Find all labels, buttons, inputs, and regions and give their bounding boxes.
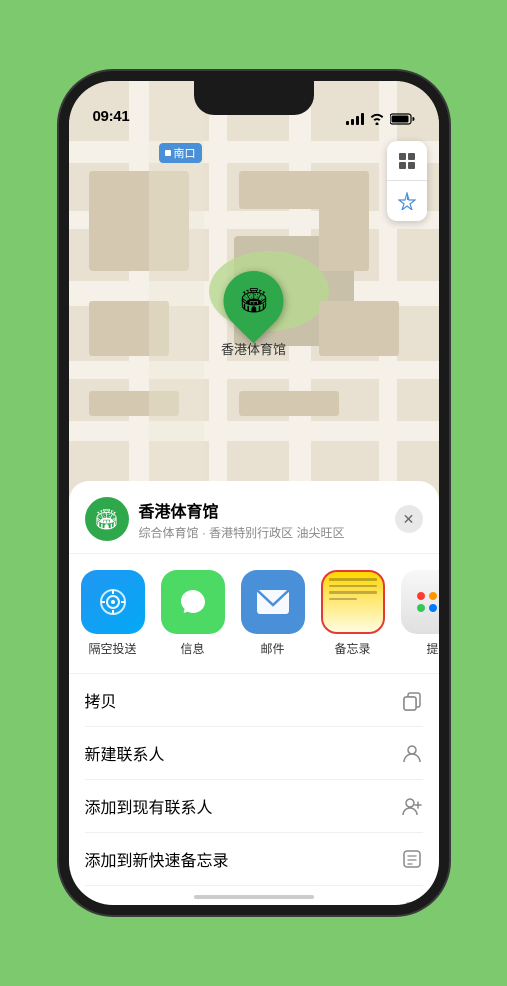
mail-icon-wrap: [241, 570, 305, 634]
phone-frame: 09:41: [59, 71, 449, 915]
action-print[interactable]: 打印: [85, 886, 423, 915]
dot-orange: [429, 592, 437, 600]
venue-info: 香港体育馆 综合体育馆 · 香港特别行政区 油尖旺区: [139, 498, 395, 541]
notes-line-2: [329, 585, 377, 588]
map-controls: [387, 141, 427, 221]
compass-icon: [398, 192, 416, 210]
action-copy-label: 拷贝: [85, 688, 117, 712]
notch: [194, 81, 314, 115]
airdrop-label: 隔空投送: [88, 640, 136, 657]
location-tag-label: 南口: [174, 145, 196, 161]
dots-row-1: [417, 592, 439, 600]
more-label: 提: [426, 640, 438, 657]
airdrop-svg: [97, 586, 129, 618]
airdrop-icon: [81, 570, 145, 634]
map-area[interactable]: 南口 🏟 香港体育: [69, 81, 439, 501]
venue-header: 🏟 香港体育馆 综合体育馆 · 香港特别行政区 油尖旺区 ✕: [69, 481, 439, 554]
pin-circle: 🏟: [211, 259, 296, 344]
action-quick-note[interactable]: 添加到新快速备忘录: [85, 833, 423, 886]
wifi-icon: [369, 113, 385, 125]
battery-icon: [390, 113, 415, 125]
notes-line-1: [329, 578, 377, 581]
notes-lines-wrap: [329, 578, 377, 626]
location-dot: [165, 150, 171, 156]
share-item-notes[interactable]: 备忘录: [321, 570, 385, 657]
mail-svg: [256, 589, 290, 615]
action-new-contact-label: 新建联系人: [85, 741, 165, 765]
pin-emoji: 🏟: [238, 287, 268, 316]
venue-subtitle: 综合体育馆 · 香港特别行政区 油尖旺区: [139, 524, 395, 541]
messages-svg: [175, 584, 211, 620]
notes-line-4: [329, 598, 358, 601]
share-item-messages[interactable]: 信息: [161, 570, 225, 657]
new-contact-icon: [401, 742, 423, 764]
action-add-existing-contact[interactable]: 添加到现有联系人: [85, 780, 423, 833]
venue-name: 香港体育馆: [139, 498, 395, 522]
quick-note-icon: [401, 848, 423, 870]
more-icon-wrap: [401, 570, 439, 634]
share-row: 隔空投送 信息 邮件: [69, 554, 439, 674]
home-indicator: [194, 895, 314, 899]
add-contact-icon: [401, 795, 423, 817]
share-item-mail[interactable]: 邮件: [241, 570, 305, 657]
action-new-contact[interactable]: 新建联系人: [85, 727, 423, 780]
dot-red: [417, 592, 425, 600]
dots-row-2: [417, 604, 439, 612]
notes-line-3: [329, 591, 377, 594]
notes-label: 备忘录: [334, 640, 370, 657]
messages-icon-wrap: [161, 570, 225, 634]
share-item-airdrop[interactable]: 隔空投送: [81, 570, 145, 657]
close-button[interactable]: ✕: [395, 505, 423, 533]
copy-icon: [401, 689, 423, 711]
signal-icon: [346, 113, 364, 125]
map-layers-icon: [397, 151, 417, 171]
map-view-button[interactable]: [387, 141, 427, 181]
action-copy[interactable]: 拷贝: [85, 674, 423, 727]
action-quick-note-label: 添加到新快速备忘录: [85, 847, 229, 871]
messages-label: 信息: [180, 640, 204, 657]
location-tag: 南口: [159, 143, 202, 163]
dot-green: [417, 604, 425, 612]
dot-blue: [429, 604, 437, 612]
location-button[interactable]: [387, 181, 427, 221]
status-icons: [346, 113, 415, 125]
venue-icon: 🏟: [85, 497, 129, 541]
action-add-existing-label: 添加到现有联系人: [85, 794, 213, 818]
close-icon: ✕: [403, 511, 415, 528]
stadium-pin[interactable]: 🏟 香港体育馆: [221, 271, 286, 358]
share-item-more[interactable]: 提: [401, 570, 439, 657]
print-icon: [401, 901, 423, 915]
bottom-sheet: 🏟 香港体育馆 综合体育馆 · 香港特别行政区 油尖旺区 ✕: [69, 481, 439, 905]
status-time: 09:41: [93, 108, 130, 125]
mail-label: 邮件: [260, 640, 284, 657]
action-print-label: 打印: [85, 900, 117, 915]
action-list: 拷贝 新建联系人 添加到现有联系人: [69, 674, 439, 915]
notes-icon-wrap: [321, 570, 385, 634]
